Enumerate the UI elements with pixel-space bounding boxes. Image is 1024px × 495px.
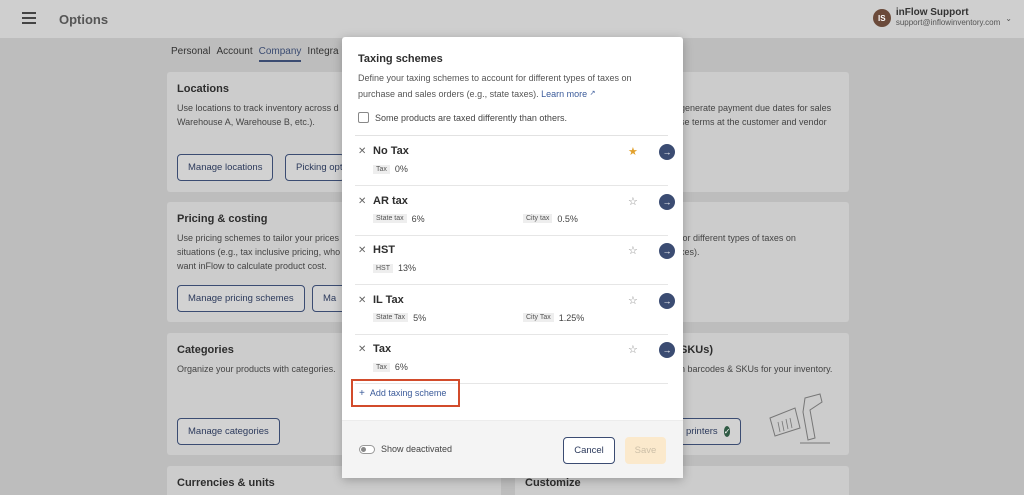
locations-title: Locations bbox=[177, 83, 229, 95]
star-filled-icon[interactable]: ★ bbox=[628, 145, 638, 158]
tab-integrations[interactable]: Integra bbox=[307, 46, 338, 62]
plus-icon: + bbox=[359, 387, 365, 399]
check-circle-icon: ✓ bbox=[723, 426, 731, 437]
printers-button[interactable]: printers ✓ bbox=[675, 418, 741, 445]
locations-desc: Use locations to track inventory across … bbox=[177, 103, 339, 127]
star-icon[interactable]: ☆ bbox=[628, 195, 638, 208]
manage-locations-button[interactable]: Manage locations bbox=[177, 154, 274, 181]
tax-cell: Tax 0% bbox=[373, 164, 408, 174]
barcodes-desc: n barcodes & SKUs for your inventory. bbox=[680, 364, 833, 374]
payment-terms-desc: generate payment due dates for sales se t… bbox=[680, 103, 832, 127]
user-name: inFlow Support bbox=[895, 7, 969, 18]
categories-desc: Organize your products with categories. bbox=[177, 364, 336, 374]
tax-rate: 0.5% bbox=[557, 213, 578, 224]
show-deactivated-toggle[interactable] bbox=[359, 445, 375, 454]
user-menu[interactable]: IS inFlow Support support@inflowinventor… bbox=[872, 7, 1012, 28]
tax-label: City Tax bbox=[523, 313, 554, 322]
avatar: IS bbox=[872, 9, 891, 27]
tax-cell: State Tax 5% bbox=[373, 313, 426, 323]
divider bbox=[355, 135, 668, 136]
taxing-schemes-modal: Taxing schemes Define your taxing scheme… bbox=[342, 37, 683, 478]
printers-label: printers bbox=[686, 426, 718, 437]
barcode-scanner-illustration bbox=[769, 393, 830, 444]
manage-categories-button[interactable]: Manage categories bbox=[177, 418, 280, 445]
page-title: Options bbox=[59, 12, 109, 27]
customize-title: Customize bbox=[525, 477, 581, 489]
tax-cell: State tax 6% bbox=[373, 214, 425, 224]
tax-label: Tax bbox=[373, 362, 390, 372]
scheme-name: AR tax bbox=[373, 194, 408, 207]
taxing-scheme-row[interactable]: ✕ No Tax Tax 0% ★ → bbox=[355, 137, 675, 186]
taxed-differently-option[interactable]: Some products are taxed differently than… bbox=[358, 112, 567, 123]
tax-label: HST bbox=[373, 263, 393, 273]
taxing-scheme-row[interactable]: ✕ IL Tax State Tax 5% City Tax 1.25% ☆ → bbox=[355, 286, 675, 335]
top-bar: Options IS inFlow Support support@inflow… bbox=[0, 0, 1024, 38]
close-icon[interactable]: ✕ bbox=[358, 196, 366, 207]
modal-footer: Show deactivated Cancel Save bbox=[342, 420, 683, 478]
checkbox-label: Some products are taxed differently than… bbox=[375, 112, 567, 123]
pricing-desc: Use pricing schemes to tailor your price… bbox=[177, 233, 341, 271]
taxing-desc: for different types of taxes on xes). bbox=[680, 233, 796, 257]
arrow-right-icon[interactable]: → bbox=[659, 193, 675, 210]
user-email: support@inflowinventory.com bbox=[895, 18, 1001, 27]
modal-title: Taxing schemes bbox=[358, 53, 443, 65]
tax-cell: HST 13% bbox=[373, 263, 416, 273]
tax-cell: City tax 0.5% bbox=[523, 214, 578, 224]
close-icon[interactable]: ✕ bbox=[358, 344, 366, 355]
save-button[interactable]: Save bbox=[625, 437, 666, 464]
star-icon[interactable]: ☆ bbox=[628, 343, 638, 356]
arrow-right-icon[interactable]: → bbox=[659, 342, 675, 358]
add-taxing-scheme-button[interactable]: + Add taxing scheme bbox=[351, 379, 460, 407]
taxing-scheme-row[interactable]: ✕ HST HST 13% ☆ → bbox=[355, 236, 675, 285]
tax-rate: 6% bbox=[411, 213, 425, 224]
close-icon[interactable]: ✕ bbox=[358, 146, 366, 157]
close-icon[interactable]: ✕ bbox=[358, 295, 366, 306]
barcodes-title: SKUs) bbox=[680, 344, 714, 356]
modal-description: Define your taxing schemes to account fo… bbox=[358, 73, 632, 99]
external-link-icon: ↗ bbox=[589, 90, 596, 97]
scheme-name: IL Tax bbox=[373, 293, 404, 306]
currencies-title: Currencies & units bbox=[177, 477, 275, 489]
tab-company[interactable]: Company bbox=[258, 46, 302, 62]
star-icon[interactable]: ☆ bbox=[628, 244, 638, 257]
scheme-name: HST bbox=[373, 244, 395, 256]
tax-label: Tax bbox=[373, 164, 390, 174]
arrow-right-icon[interactable]: → bbox=[659, 243, 675, 259]
arrow-right-icon[interactable]: → bbox=[659, 292, 675, 309]
settings-tabs: Personal Account Company Integra bbox=[171, 46, 345, 62]
tax-rate: 5% bbox=[413, 312, 427, 323]
hamburger-icon[interactable] bbox=[22, 12, 36, 24]
scheme-name: No Tax bbox=[373, 145, 409, 157]
tax-label: State tax bbox=[373, 214, 407, 223]
tax-label: City tax bbox=[523, 214, 553, 223]
arrow-right-icon[interactable]: → bbox=[659, 144, 675, 160]
manage-pricing-schemes-button[interactable]: Manage pricing schemes bbox=[177, 285, 305, 312]
tab-personal[interactable]: Personal bbox=[171, 46, 210, 62]
show-deactivated-label: Show deactivated bbox=[381, 444, 453, 454]
taxing-scheme-row[interactable]: ✕ AR tax State tax 6% City tax 0.5% ☆ → bbox=[355, 187, 675, 236]
tax-rate: 13% bbox=[398, 263, 417, 273]
picking-options-button[interactable]: Picking opt bbox=[285, 154, 345, 181]
taxed-differently-checkbox[interactable] bbox=[358, 112, 369, 123]
tax-cell: City Tax 1.25% bbox=[523, 313, 584, 323]
star-icon[interactable]: ☆ bbox=[628, 294, 638, 307]
scheme-name: Tax bbox=[373, 343, 392, 355]
add-taxing-scheme-label: Add taxing scheme bbox=[369, 388, 447, 398]
tax-rate: 1.25% bbox=[558, 312, 585, 323]
taxing-scheme-row[interactable]: ✕ Tax Tax 6% ☆ → bbox=[355, 335, 675, 384]
cancel-button[interactable]: Cancel bbox=[563, 437, 615, 464]
tax-cell: Tax 6% bbox=[373, 362, 408, 372]
tax-label: State Tax bbox=[373, 313, 409, 322]
learn-more-link[interactable]: Learn more bbox=[541, 89, 587, 99]
close-icon[interactable]: ✕ bbox=[358, 245, 366, 256]
pricing-title: Pricing & costing bbox=[177, 213, 268, 225]
categories-title: Categories bbox=[177, 344, 234, 356]
tab-account[interactable]: Account bbox=[216, 46, 252, 62]
tax-rate: 0% bbox=[394, 164, 408, 174]
chevron-down-icon: ⌄ bbox=[1005, 13, 1012, 23]
tax-rate: 6% bbox=[394, 362, 408, 372]
